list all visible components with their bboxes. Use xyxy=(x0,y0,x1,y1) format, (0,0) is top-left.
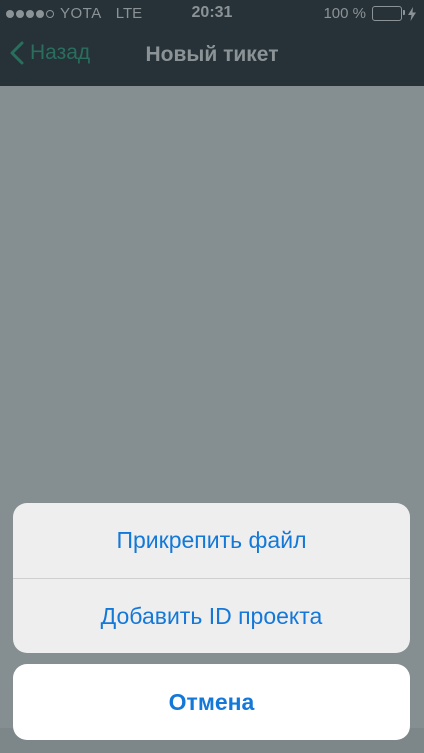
add-project-id-button[interactable]: Добавить ID проекта xyxy=(13,578,410,653)
battery-icon xyxy=(372,6,405,21)
status-right: 100 % xyxy=(323,5,416,22)
page-title: Новый тикет xyxy=(145,43,279,66)
bolt-icon xyxy=(408,6,416,21)
cancel-button[interactable]: Отмена xyxy=(13,664,410,740)
attach-file-button[interactable]: Прикрепить файл xyxy=(13,503,410,578)
battery-percent: 100 % xyxy=(323,5,366,22)
action-sheet: Прикрепить файл Добавить ID проекта xyxy=(13,503,410,653)
top-bar: YOTA LTE 20:31 100 % Назад Новый тикет xyxy=(0,0,424,86)
navigation-bar: Назад Новый тикет xyxy=(0,28,424,86)
status-bar: YOTA LTE 20:31 100 % xyxy=(0,0,424,28)
